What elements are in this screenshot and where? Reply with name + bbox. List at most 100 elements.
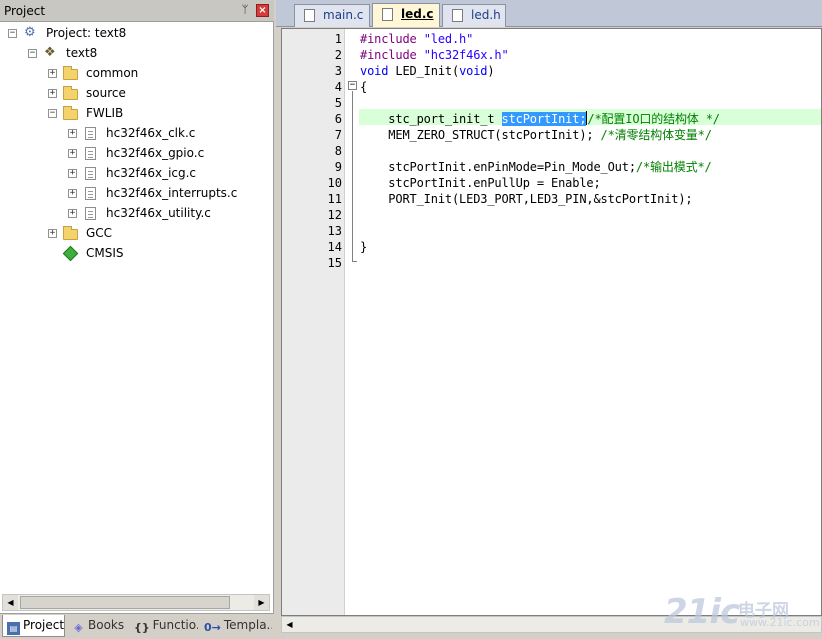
tab-label: Templa... (223, 618, 272, 632)
code-line-4: { (360, 80, 368, 94)
tree-item-label: hc32f46x_interrupts.c (106, 186, 238, 200)
tab-led-h[interactable]: led.h (442, 4, 506, 27)
tree-item-target[interactable]: − ❖ text8 (0, 44, 260, 62)
file-icon (304, 9, 315, 22)
expand-toggle[interactable]: + (68, 209, 77, 218)
scroll-thumb[interactable] (20, 596, 230, 609)
project-tree: − ⚙ Project: text8 − ❖ text8 + common + … (0, 23, 272, 593)
folder-icon (63, 66, 78, 80)
tree-item-label: CMSIS (86, 246, 124, 260)
code-line-2: #include "hc32f46x.h" (360, 48, 509, 62)
scroll-left-button[interactable]: ◀ (3, 595, 18, 610)
watermark-url: www.21ic.com (740, 616, 820, 629)
tab-templates[interactable]: 0→Templa... (200, 615, 272, 637)
expand-toggle[interactable]: + (68, 149, 77, 158)
tree-item-group[interactable]: − FWLIB (0, 104, 260, 122)
code-line-14: } (360, 240, 368, 254)
close-pane-button[interactable]: × (256, 4, 269, 17)
templates-icon: 0→ (204, 621, 221, 634)
line-number: 13 (327, 224, 342, 238)
project-pane-header: Project ᛘ × (0, 0, 274, 22)
tab-label: main.c (323, 8, 364, 22)
tree-item-group[interactable]: + GCC (0, 224, 260, 242)
tree-item-project[interactable]: − ⚙ Project: text8 (0, 24, 260, 42)
line-number: 7 (334, 128, 342, 142)
c-file-icon (85, 187, 96, 200)
tree-item-file[interactable]: + hc32f46x_clk.c (0, 124, 260, 142)
code-editor[interactable]: 1 2 3 4 5 6 7 8 9 10 11 12 13 14 15 − #i… (281, 28, 822, 616)
line-number: 9 (334, 160, 342, 174)
tree-item-label: hc32f46x_clk.c (106, 126, 196, 140)
code-line-7: MEM_ZERO_STRUCT(stcPortInit); /*清零结构体变量*… (360, 128, 712, 142)
line-number: 15 (327, 256, 342, 270)
fold-toggle[interactable]: − (348, 81, 357, 90)
c-file-icon (85, 167, 96, 180)
tree-item-file[interactable]: + hc32f46x_gpio.c (0, 144, 260, 162)
collapse-toggle[interactable]: − (48, 109, 57, 118)
tab-books[interactable]: ◈ Books (68, 615, 128, 637)
expand-toggle[interactable]: + (68, 129, 77, 138)
pane-tabs: ▤Project ◈ Books {}Functio... 0→Templa... (0, 613, 274, 639)
folder-icon (63, 226, 78, 240)
scroll-right-button[interactable]: ▶ (254, 595, 269, 610)
tree-item-file[interactable]: + hc32f46x_interrupts.c (0, 184, 260, 202)
tab-label: led.c (401, 7, 434, 21)
c-file-icon (85, 207, 96, 220)
fold-guide-end (352, 261, 357, 262)
expand-toggle[interactable]: + (68, 189, 77, 198)
tree-item-label: hc32f46x_icg.c (106, 166, 197, 180)
tree-item-file[interactable]: + hc32f46x_icg.c (0, 164, 260, 182)
collapse-toggle[interactable]: − (8, 29, 17, 38)
line-number: 6 (334, 112, 342, 126)
file-icon (382, 8, 393, 21)
tree-item-label: source (86, 86, 126, 100)
tree-item-label: hc32f46x_utility.c (106, 206, 211, 220)
tree-item-label: text8 (66, 46, 98, 60)
line-number: 10 (327, 176, 342, 190)
folder-icon (63, 86, 78, 100)
line-number: 1 (334, 32, 342, 46)
tree-item-label: FWLIB (86, 106, 124, 120)
project-icon: ⚙ (24, 25, 36, 40)
expand-toggle[interactable]: + (48, 69, 57, 78)
expand-toggle[interactable]: + (68, 169, 77, 178)
line-number: 4 (334, 80, 342, 94)
tree-item-file[interactable]: + hc32f46x_utility.c (0, 204, 260, 222)
tab-label: Books (88, 618, 125, 632)
watermark-logo: 21ic (664, 592, 740, 632)
tab-project[interactable]: ▤ Project (2, 615, 65, 637)
tree-item-label: Project: text8 (46, 26, 127, 40)
tree-item-group[interactable]: + source (0, 84, 260, 102)
fold-guide (352, 91, 353, 261)
tab-led-c[interactable]: led.c (372, 3, 440, 27)
pin-icon[interactable]: ᛘ (238, 3, 252, 17)
books-icon: ◈ (74, 621, 83, 634)
collapse-toggle[interactable]: − (28, 49, 37, 58)
tab-main-c[interactable]: main.c (294, 4, 370, 27)
scroll-left-button[interactable]: ◀ (282, 617, 297, 632)
target-icon: ❖ (44, 45, 56, 60)
line-number-gutter: 1 2 3 4 5 6 7 8 9 10 11 12 13 14 15 (282, 29, 345, 615)
tab-label: Project (23, 618, 65, 632)
component-icon (62, 245, 79, 262)
line-number: 12 (327, 208, 342, 222)
functions-icon: {} (134, 621, 150, 634)
selected-text: stcPortInit; (501, 112, 587, 126)
tab-label: Functio... (152, 618, 198, 632)
line-number: 2 (334, 48, 342, 62)
file-icon (452, 9, 463, 22)
code-line-9: stcPortInit.enPinMode=Pin_Mode_Out;/*输出模… (360, 160, 712, 174)
tree-item-group[interactable]: + common (0, 64, 260, 82)
editor-tab-bar: main.c led.c led.h (276, 0, 822, 27)
tree-item-cmsis[interactable]: CMSIS (0, 244, 260, 262)
tree-horizontal-scrollbar[interactable]: ◀ ▶ (2, 594, 270, 611)
expand-toggle[interactable]: + (48, 89, 57, 98)
code-line-1: #include "led.h" (360, 32, 474, 46)
code-line-10: stcPortInit.enPullUp = Enable; (360, 176, 601, 190)
code-line-6: stc_port_init_t stcPortInit;/*配置IO口的结构体 … (360, 111, 720, 126)
project-pane: Project ᛘ × − ⚙ Project: text8 − ❖ text8… (0, 0, 274, 639)
expand-toggle[interactable]: + (48, 229, 57, 238)
project-icon: ▤ (7, 622, 20, 635)
line-number: 14 (327, 240, 342, 254)
tab-functions[interactable]: {}Functio... (130, 615, 198, 637)
